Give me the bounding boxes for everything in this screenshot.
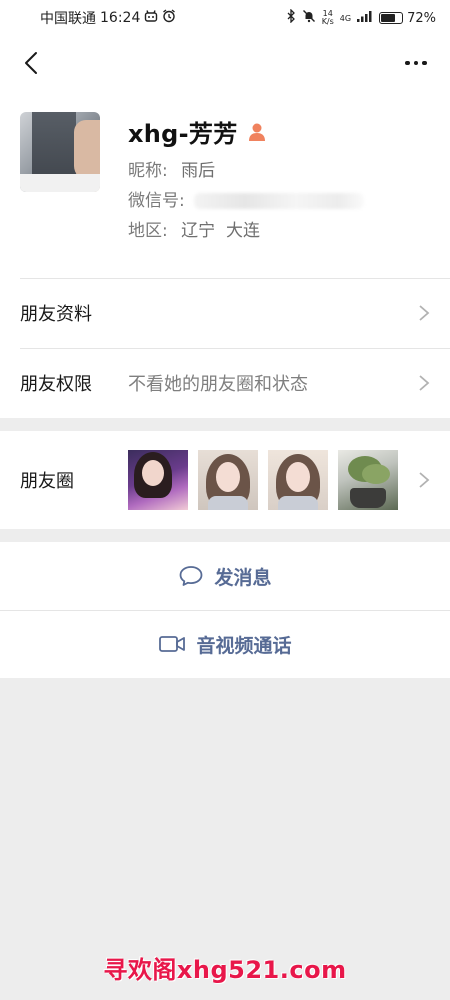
moments-thumbnail [198,450,258,510]
nickname-label: 昵称: [128,161,168,181]
region-label: 地区: [128,221,168,241]
row-divider [20,348,450,349]
avatar-detail [74,120,100,180]
thumb-face [286,462,310,492]
friend-info-label: 朋友资料 [20,304,92,325]
row-divider [20,278,450,279]
name-row: xhg-芳芳 [128,114,268,149]
chat-bubble-icon [180,566,203,586]
network-type: 4G [339,13,352,23]
region-value: 辽宁 大连 [181,221,260,241]
net-speed: 14 K/s [322,10,334,26]
avatar[interactable] [20,112,100,192]
battery-indicator: 72% [379,11,436,26]
avatar-base [20,174,100,192]
mute-bell-icon [302,9,316,27]
friend-permissions-label: 朋友权限 [20,374,92,395]
wechat-id-label: 微信号: [128,191,185,211]
bluetooth-icon [286,8,296,27]
female-gender-icon [246,121,268,143]
thumb-body [278,496,318,510]
friend-permissions-value: 不看她的朋友圈和状态 [128,374,308,395]
carrier-label: 中国联通 [40,11,96,27]
back-arrow-icon [25,52,37,74]
more-dot-icon [413,60,419,66]
more-dot-icon [422,60,427,66]
nickname-value: 雨后 [181,161,216,181]
chevron-right-icon [419,375,430,391]
friend-permissions-row[interactable]: 朋友权限 不看她的朋友圈和状态 [0,348,450,418]
thumb-leaf [362,464,390,484]
thumb-face [142,460,164,486]
signal-icon [357,10,373,26]
thumb-pot [350,488,386,508]
row-divider [0,610,450,611]
nickname-line: 昵称: 雨后 [128,156,215,181]
nav-bar [0,36,450,90]
net-speed-unit: K/s [321,17,334,26]
clock: 16:24 [100,10,141,26]
contact-name: xhg-芳芳 [128,120,238,148]
region-line: 地区: 辽宁 大连 [128,216,260,241]
moments-thumbnail [268,450,328,510]
av-call-label: 音视频通话 [196,634,292,657]
friend-info-row[interactable]: 朋友资料 [0,278,450,348]
contact-profile-screen: 中国联通 16:24 14 K/s 4G 72% xhg-芳芳 昵称: 雨后 微… [0,0,450,1000]
watermark: 寻欢阁xhg521.com [103,956,347,984]
status-bar: 中国联通 16:24 14 K/s 4G 72% [0,0,450,36]
chevron-right-icon [419,472,430,488]
battery-fill [381,14,395,22]
app-notification-icon [144,9,158,27]
moments-row[interactable]: 朋友圈 [0,431,450,529]
back-button[interactable] [16,48,46,78]
alarm-icon [162,9,176,27]
wechat-id-line: 微信号: [128,186,365,211]
profile-header: xhg-芳芳 昵称: 雨后 微信号: 地区: 辽宁 大连 [0,90,450,278]
thumb-face [216,462,240,492]
moments-thumbnails [128,450,398,510]
battery-percent: 72% [407,10,436,26]
status-right: 14 K/s 4G 72% [286,8,436,27]
wechat-id-redacted [194,193,365,209]
battery-icon [379,12,404,24]
chevron-right-icon [419,305,430,321]
video-camera-icon [159,636,186,652]
thumb-body [208,496,248,510]
send-message-button[interactable]: 发消息 [0,542,450,610]
av-call-button[interactable]: 音视频通话 [0,610,450,678]
moments-thumbnail [128,450,188,510]
moments-thumbnail [338,450,398,510]
more-options-button[interactable] [398,48,434,78]
send-message-label: 发消息 [214,566,272,589]
moments-label: 朋友圈 [20,471,74,492]
more-dot-icon [405,60,410,66]
status-left: 中国联通 16:24 [40,8,176,28]
